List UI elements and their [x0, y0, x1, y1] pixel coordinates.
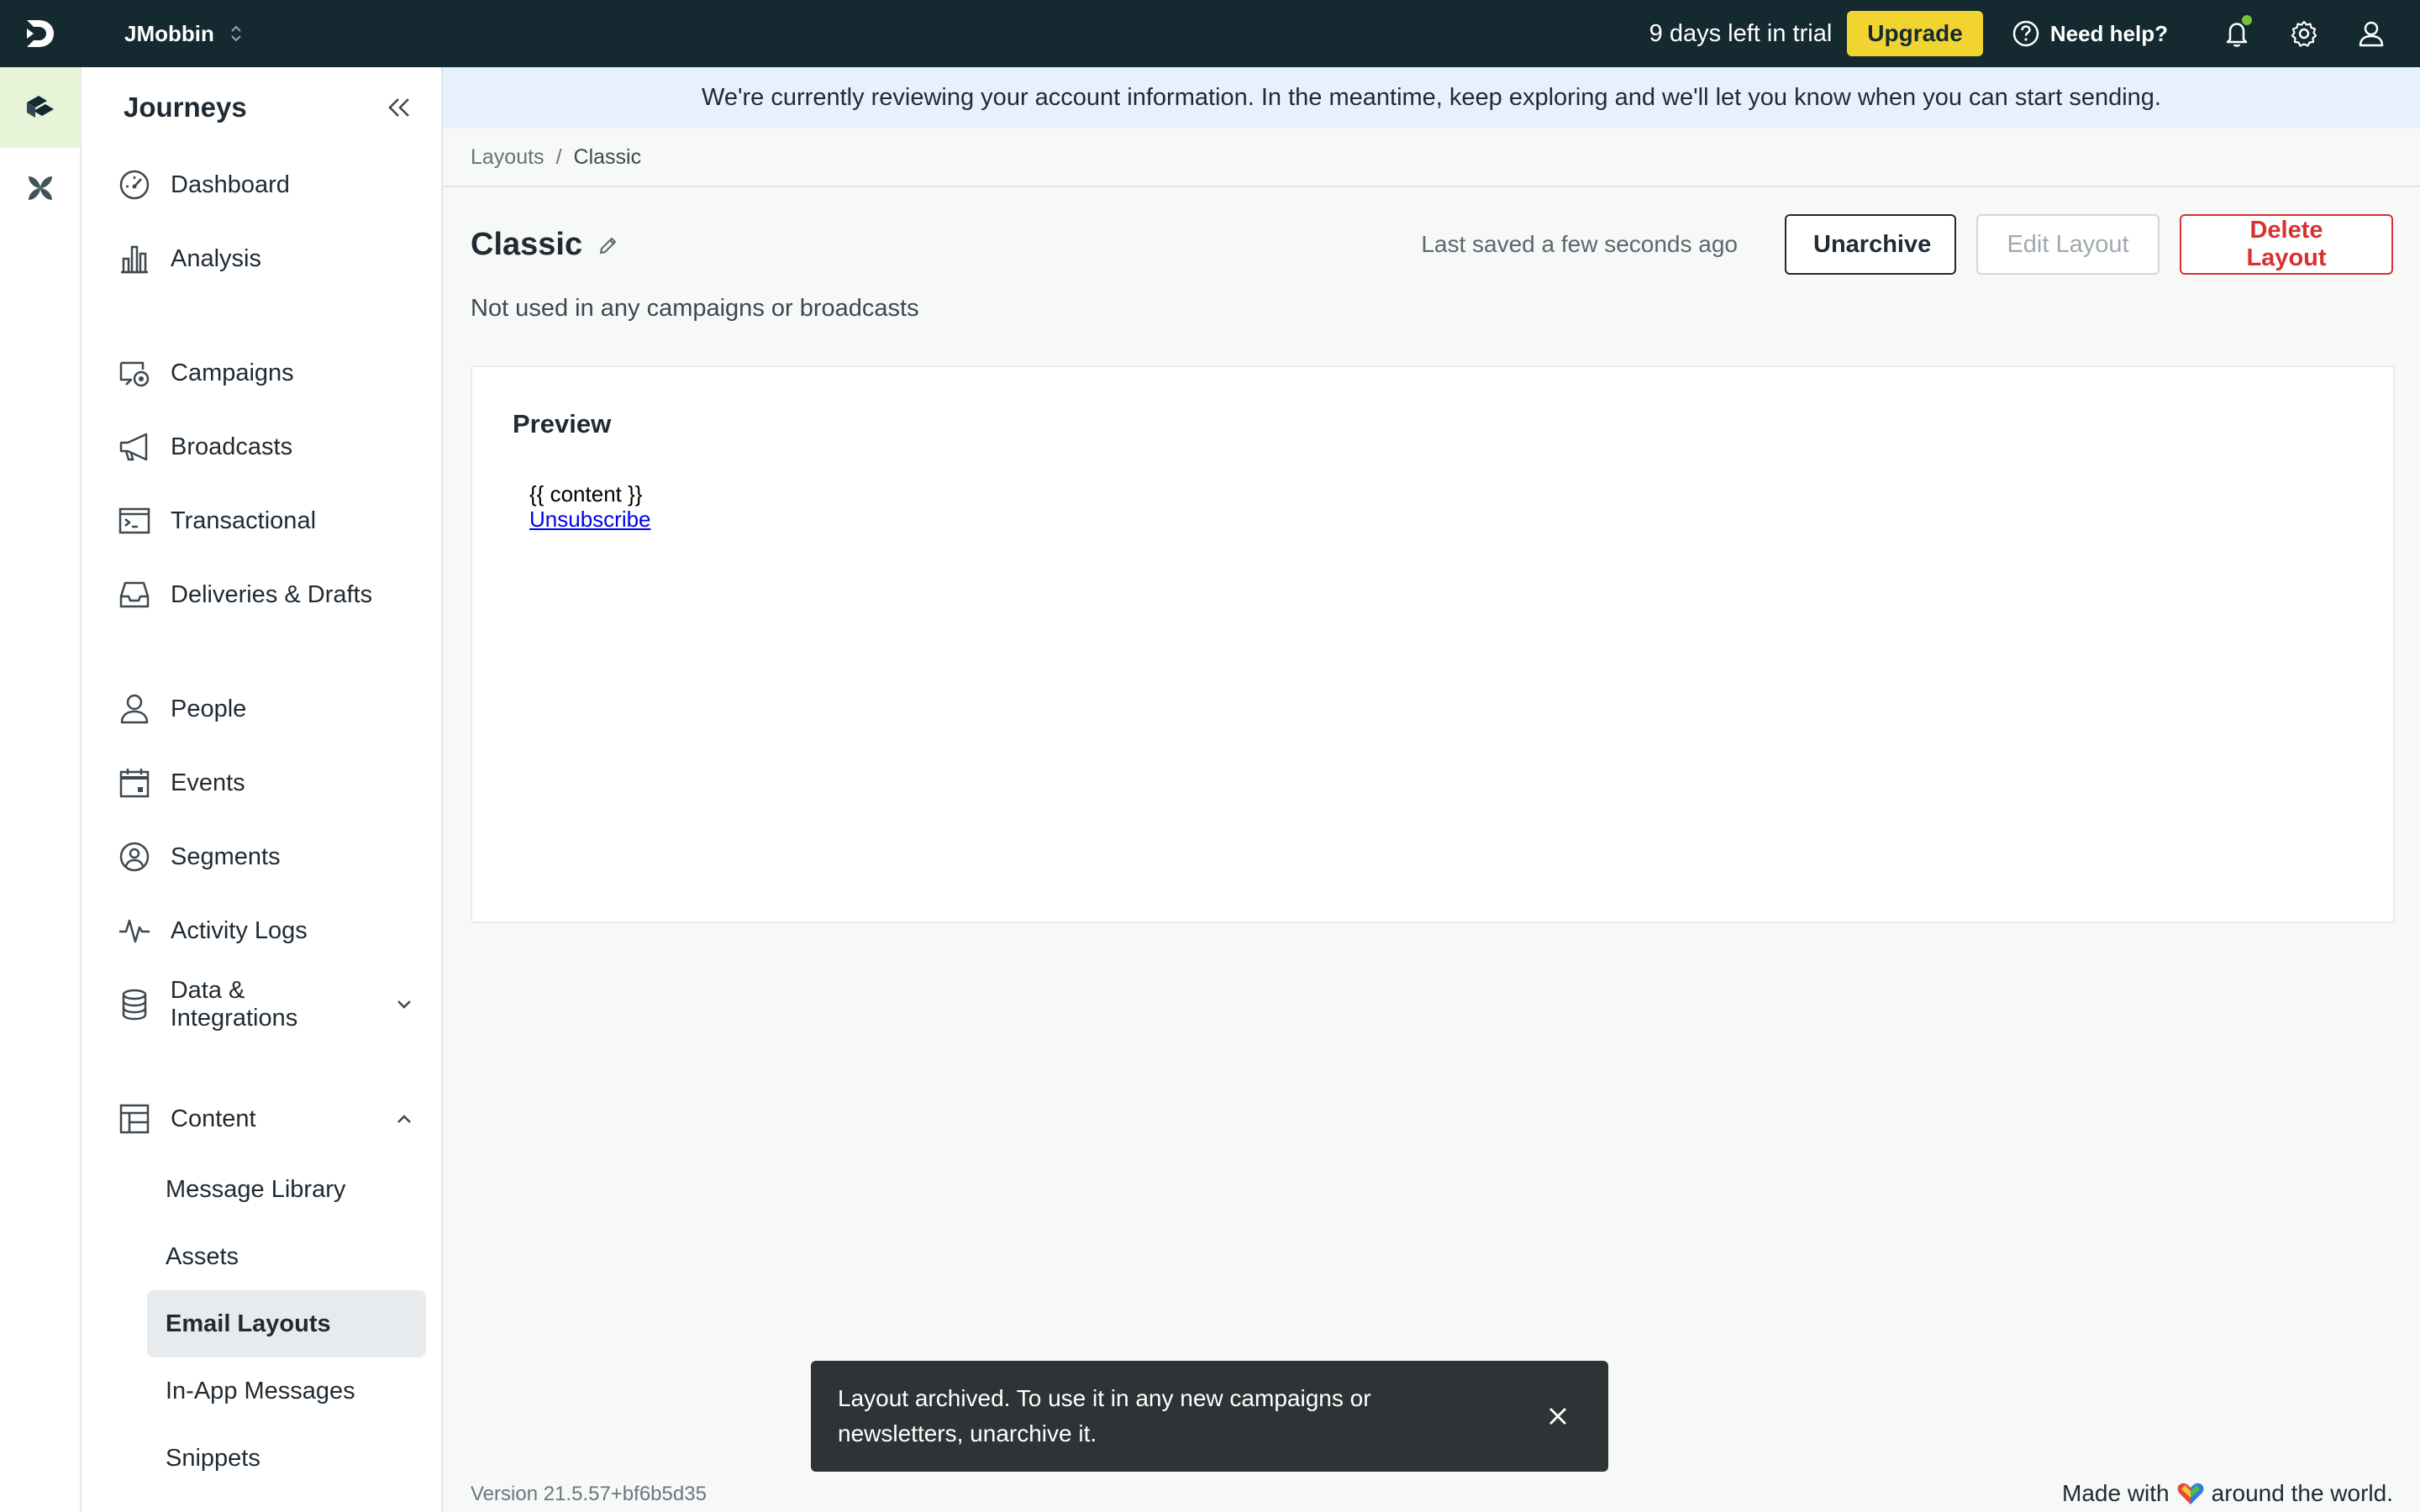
settings-button[interactable] [2270, 0, 2338, 67]
rail-journeys[interactable] [0, 67, 81, 148]
sidebar-item-label: People [171, 695, 247, 722]
made-prefix: Made with [2062, 1480, 2170, 1506]
delete-layout-button[interactable]: Delete Layout [2180, 214, 2393, 275]
sidebar-subitem-in-app-messages[interactable]: In-App Messages [117, 1357, 441, 1425]
usage-text: Not used in any campaigns or broadcasts [471, 295, 919, 322]
chevron-up-icon[interactable] [396, 1113, 413, 1125]
last-saved-text: Last saved a few seconds ago [1421, 231, 1738, 257]
inbox-icon [119, 581, 150, 608]
toast-close-button[interactable] [1541, 1399, 1575, 1433]
database-icon [122, 989, 147, 1021]
preview-title: Preview [513, 409, 612, 438]
unarchive-button[interactable]: Unarchive [1785, 214, 1956, 275]
app-rail [0, 67, 82, 1512]
sidebar: Journeys Dashboard Analysis Campaigns Br… [82, 67, 443, 1512]
sidebar-item-data-integrations[interactable]: Data & Integrations [117, 968, 426, 1042]
sidebar-subitem-email-layouts[interactable]: Email Layouts [147, 1290, 426, 1357]
layout-icon [119, 1104, 150, 1134]
question-circle-icon [2012, 20, 2039, 47]
collapse-sidebar-button[interactable] [382, 91, 416, 124]
sidebar-item-segments[interactable]: Segments [117, 820, 426, 894]
sidebar-item-label: Content [171, 1105, 256, 1132]
person-icon [120, 694, 149, 724]
version-text: Version 21.5.57+bf6b5d35 [471, 1483, 707, 1505]
sidebar-item-analysis[interactable]: Analysis [117, 222, 426, 296]
x-brand-icon [29, 176, 52, 200]
account-button[interactable] [2338, 0, 2405, 67]
upgrade-button[interactable]: Upgrade [1847, 11, 1983, 56]
sidebar-item-campaigns[interactable]: Campaigns [117, 336, 426, 410]
sidebar-item-deliveries-drafts[interactable]: Deliveries & Drafts [117, 558, 426, 632]
sidebar-subitem-snippets[interactable]: Snippets [117, 1425, 441, 1492]
sidebar-item-broadcasts[interactable]: Broadcasts [117, 410, 426, 484]
page-title: Classic [471, 226, 583, 262]
double-chevron-left-icon [388, 98, 409, 117]
sidebar-item-activity-logs[interactable]: Activity Logs [117, 894, 426, 968]
sidebar-item-label: Data & Integrations [170, 977, 298, 1032]
sidebar-item-label: Transactional [171, 507, 317, 534]
sidebar-item-label: Events [171, 769, 245, 796]
sidebar-item-content[interactable]: Content [117, 1082, 426, 1156]
sidebar-item-label: Dashboard [171, 171, 290, 198]
brand-logo-icon [27, 20, 54, 47]
chevron-up-down-icon [231, 25, 241, 42]
help-label: Need help? [2049, 20, 2168, 46]
breadcrumb-layouts[interactable]: Layouts [471, 145, 544, 170]
dashboard-gauge-icon [119, 170, 150, 200]
content-submenu: Message Library Assets Email Layouts In-… [82, 1156, 441, 1492]
toast-notification: Layout archived. To use it in any new ca… [811, 1361, 1608, 1472]
sidebar-item-label: Broadcasts [171, 433, 293, 460]
sidebar-item-dashboard[interactable]: Dashboard [117, 148, 426, 222]
trial-status: 9 days left in trial [1649, 19, 1833, 47]
sidebar-item-label: Campaigns [171, 359, 294, 386]
workspace-switcher[interactable]: JMobbin [124, 21, 243, 47]
sidebar-title: Journeys [124, 92, 247, 123]
notification-dot [2242, 15, 2252, 25]
chevron-down-icon[interactable] [396, 999, 413, 1011]
edit-title-button[interactable] [597, 234, 619, 260]
sidebar-item-label: Deliveries & Drafts [171, 580, 373, 608]
preview-content-placeholder: {{ content }} [529, 481, 643, 507]
sidebar-item-label: Analysis [171, 244, 261, 272]
made-suffix: around the world. [2211, 1480, 2393, 1506]
pulse-icon [119, 919, 150, 943]
made-with-footer: Made with around the world. [2062, 1480, 2393, 1507]
preview-frame: {{ content }} Unsubscribe [529, 481, 651, 533]
toast-message: Layout archived. To use it in any new ca… [838, 1385, 1371, 1446]
breadcrumb-separator: / [555, 144, 562, 169]
account-review-banner: We're currently reviewing your account i… [443, 67, 2420, 129]
sidebar-subitem-assets[interactable]: Assets [117, 1223, 441, 1290]
sidebar-item-people[interactable]: People [117, 672, 426, 746]
sidebar-subitem-message-library[interactable]: Message Library [117, 1156, 441, 1223]
terminal-icon [118, 507, 150, 534]
sidebar-item-label: Segments [171, 843, 281, 870]
app-logo[interactable] [0, 0, 81, 67]
notifications-button[interactable] [2203, 0, 2270, 67]
close-icon [1549, 1408, 1566, 1425]
edit-layout-button[interactable]: Edit Layout [1976, 214, 2160, 275]
campaigns-icon [119, 361, 150, 387]
calendar-icon [119, 769, 150, 798]
rail-secondary-product[interactable] [0, 148, 81, 228]
help-link[interactable]: Need help? [2012, 19, 2168, 48]
sidebar-item-label: Activity Logs [171, 916, 308, 944]
sidebar-item-events[interactable]: Events [117, 746, 426, 820]
breadcrumb-current: Classic [573, 144, 642, 169]
top-bar: JMobbin 9 days left in trial Upgrade Nee… [0, 0, 2420, 67]
megaphone-icon [119, 433, 148, 461]
preview-card: Preview {{ content }} Unsubscribe [471, 365, 2395, 923]
sidebar-item-transactional[interactable]: Transactional [117, 484, 426, 558]
user-icon [2359, 21, 2384, 47]
unsubscribe-link[interactable]: Unsubscribe [529, 507, 651, 532]
gear-icon [2291, 20, 2317, 47]
workspace-name: JMobbin [124, 20, 214, 46]
bar-chart-icon [121, 245, 148, 274]
segment-icon [119, 842, 150, 872]
main-content: We're currently reviewing your account i… [443, 67, 2420, 1512]
journeys-logo-icon [27, 96, 54, 118]
pencil-icon [600, 237, 617, 254]
rainbow-heart-icon [2177, 1483, 2204, 1504]
breadcrumb: Layouts / Classic [443, 129, 2420, 187]
